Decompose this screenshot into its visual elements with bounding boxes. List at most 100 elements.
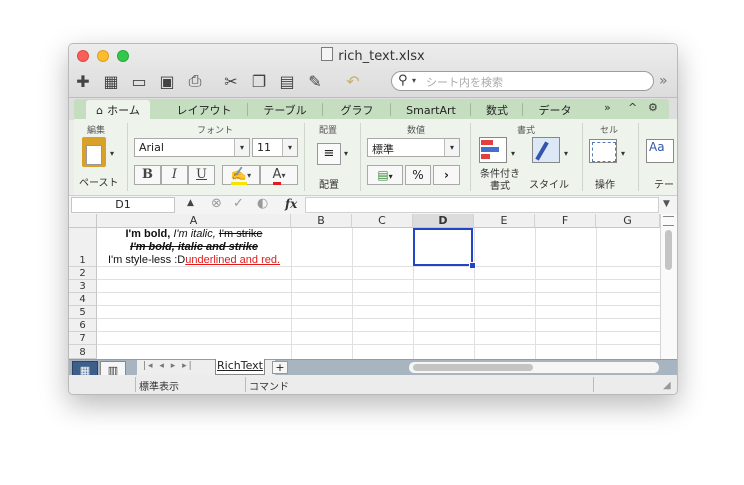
row-header[interactable]: 6	[69, 319, 97, 332]
italic-button[interactable]: I	[161, 165, 188, 185]
row-header[interactable]: 4	[69, 293, 97, 306]
column-header[interactable]: G	[596, 214, 660, 228]
chevron-down-icon[interactable]: ▾	[621, 149, 625, 158]
column-header[interactable]: C	[352, 214, 413, 228]
new-document-icon[interactable]: ✚	[71, 69, 95, 93]
insert-function-toggle-icon[interactable]: ◐	[257, 196, 268, 211]
column-header[interactable]: F	[535, 214, 596, 228]
sheet-tab-richtext[interactable]: RichText	[215, 359, 265, 375]
tab-smartart[interactable]: SmartArt	[394, 100, 468, 120]
row-header[interactable]: 8	[69, 345, 97, 359]
cell-d1-selection[interactable]	[413, 228, 473, 266]
number-format-select[interactable]: 標準 ▾	[367, 138, 460, 157]
paste-button-label[interactable]: ペースト	[79, 174, 119, 189]
group-divider	[582, 123, 583, 191]
sheet-nav-arrows-icon[interactable]: |◂ ◂ ▸ ▸|	[143, 361, 194, 371]
underline-button[interactable]: U	[188, 165, 215, 185]
vertical-scrollbar[interactable]	[660, 214, 677, 359]
cut-icon[interactable]: ✂	[219, 69, 243, 93]
formula-input[interactable]	[305, 197, 659, 213]
collapse-ribbon-button[interactable]: ^	[628, 101, 637, 114]
styles-label[interactable]: スタイル	[529, 176, 569, 191]
tab-layout[interactable]: レイアウト	[164, 100, 244, 120]
function-icon[interactable]: fx	[285, 197, 297, 211]
themes-label[interactable]: テー	[654, 176, 674, 191]
cell-styles-icon[interactable]	[532, 137, 560, 163]
cells-ops-label[interactable]: 操作	[595, 176, 615, 191]
copy-icon[interactable]: ❐	[247, 69, 271, 93]
chevron-down-icon[interactable]: ▾	[564, 149, 568, 158]
align-button-label[interactable]: 配置	[319, 176, 339, 191]
spreadsheet-grid[interactable]: A B C D E F G 1 2 3 4 5 6 7 8 I'm bold, …	[69, 214, 677, 359]
horizontal-scrollbar[interactable]	[409, 362, 659, 373]
column-header[interactable]: B	[291, 214, 352, 228]
add-sheet-button[interactable]: +	[272, 361, 288, 374]
gear-icon[interactable]: ⚙	[648, 101, 658, 114]
formula-bar: D1 ▲ ⊗ ✓ ◐ fx ▼	[69, 195, 677, 216]
accounting-format-button[interactable]: ▤▾	[367, 165, 403, 185]
vertical-scroll-thumb[interactable]	[665, 230, 672, 270]
font-size-select[interactable]: 11 ▾	[252, 138, 298, 157]
chevron-down-icon[interactable]: ▾	[110, 149, 114, 158]
confirm-icon[interactable]: ✓	[233, 196, 244, 211]
themes-icon[interactable]: Aa	[646, 139, 674, 163]
row-header[interactable]: 2	[69, 267, 97, 280]
row-header[interactable]: 1	[69, 228, 97, 267]
grid-line	[596, 228, 597, 359]
align-icon[interactable]: ≡	[317, 143, 341, 165]
tab-divider	[247, 103, 248, 116]
tab-table[interactable]: テーブル	[250, 100, 320, 120]
chevron-down-icon[interactable]: ▾	[344, 149, 348, 158]
cancel-icon[interactable]: ⊗	[211, 196, 222, 211]
font-name-select[interactable]: Arial ▾	[134, 138, 250, 157]
highlighter-icon: ✍	[230, 167, 248, 185]
clipboard-icon[interactable]	[82, 137, 106, 167]
horizontal-scroll-thumb[interactable]	[413, 364, 533, 371]
tab-data[interactable]: データ	[526, 100, 584, 120]
conditional-format-label[interactable]: 条件付き 書式	[478, 169, 522, 193]
column-header[interactable]: A	[97, 214, 291, 228]
paste-icon[interactable]: ▤	[275, 69, 299, 93]
resize-grip-icon[interactable]: ◢	[663, 380, 671, 391]
conditional-format-icon[interactable]	[479, 137, 507, 163]
highlight-color-button[interactable]: ✍▾	[222, 165, 260, 185]
excel-window: rich_text.xlsx ✚ ▦ ▭ ▣ ⎙ ✂ ❐ ▤ ✎ ↶ ⚲ ▾ »…	[68, 43, 678, 395]
comma-style-button[interactable]: ›	[433, 165, 460, 185]
open-folder-icon[interactable]: ▭	[127, 69, 151, 93]
document-icon	[321, 47, 334, 61]
name-box[interactable]: D1	[71, 197, 175, 213]
split-handle-icon[interactable]	[663, 216, 674, 226]
cell-a1[interactable]: I'm bold, I'm italic, I'm strike I'm bol…	[97, 228, 291, 266]
group-title-edit: 編集	[86, 126, 105, 136]
column-header[interactable]: E	[474, 214, 535, 228]
toolbar-overflow-button[interactable]: »	[659, 73, 668, 89]
chevron-down-icon[interactable]: ▼	[663, 199, 670, 209]
tab-formulas[interactable]: 数式	[474, 100, 520, 120]
save-icon[interactable]: ▣	[155, 69, 179, 93]
undo-icon[interactable]: ↶	[341, 69, 365, 93]
fill-handle[interactable]	[469, 262, 476, 269]
grid-line	[474, 228, 475, 359]
tab-home[interactable]: ⌂ ホーム	[86, 100, 150, 120]
name-box-stepper-icon[interactable]: ▲	[187, 198, 194, 208]
select-all-corner[interactable]	[69, 214, 97, 228]
chevron-down-icon[interactable]: ▾	[511, 149, 515, 158]
tab-chart[interactable]: グラフ	[326, 100, 388, 120]
print-icon[interactable]: ⎙	[183, 69, 207, 93]
format-painter-icon[interactable]: ✎	[303, 69, 327, 93]
column-header-selected[interactable]: D	[413, 214, 474, 228]
bold-button[interactable]: B	[134, 165, 161, 185]
tabs-overflow-button[interactable]: »	[604, 101, 611, 114]
group-title-number: 数値	[406, 126, 425, 136]
font-color-button[interactable]: A▾	[260, 165, 298, 185]
search-box[interactable]: ⚲ ▾	[391, 71, 654, 91]
template-gallery-icon[interactable]: ▦	[99, 69, 123, 93]
row-header[interactable]: 7	[69, 332, 97, 345]
group-title-cells: セル	[599, 126, 618, 136]
cells-ops-icon[interactable]	[589, 139, 617, 163]
row-header[interactable]: 3	[69, 280, 97, 293]
chevron-down-icon: ▾	[282, 139, 297, 156]
search-input[interactable]	[424, 74, 648, 90]
row-header[interactable]: 5	[69, 306, 97, 319]
percent-button[interactable]: %	[405, 165, 431, 185]
